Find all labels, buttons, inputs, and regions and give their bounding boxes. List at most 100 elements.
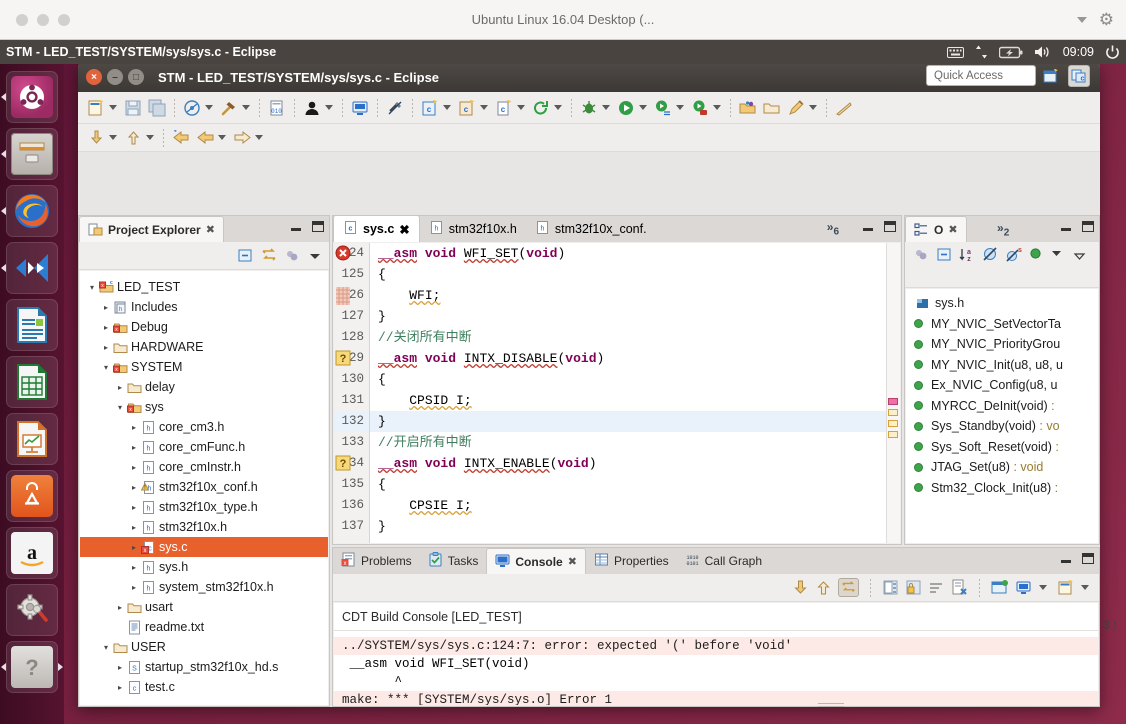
- code-line[interactable]: WFI;: [370, 285, 886, 306]
- gutter-line[interactable]: 131: [334, 390, 369, 411]
- scroll-up-icon[interactable]: [815, 579, 832, 596]
- network-icon[interactable]: [975, 45, 988, 59]
- tab-call-graph[interactable]: 1010 0101 Call Graph: [676, 548, 770, 574]
- run-config-dropdown[interactable]: [676, 105, 684, 110]
- outline-tab-overflow[interactable]: »2: [997, 221, 1009, 238]
- twisty-expanded-icon[interactable]: ▾: [100, 643, 112, 652]
- outline-item[interactable]: MY_NVIC_PriorityGrou: [906, 334, 1098, 355]
- tree-item[interactable]: ▾ x c LED_TEST: [80, 277, 328, 297]
- tree-item[interactable]: ▸ h stm32f10x_type.h: [80, 497, 328, 517]
- open-type-icon[interactable]: [736, 96, 760, 120]
- window-close-button[interactable]: ×: [86, 69, 102, 85]
- twisty-collapsed-icon[interactable]: ▸: [128, 503, 140, 512]
- tree-item[interactable]: ▾ x SYSTEM: [80, 357, 328, 377]
- maximize-icon[interactable]: [1082, 221, 1094, 232]
- run-icon[interactable]: [614, 96, 638, 120]
- new-file-dropdown[interactable]: [109, 105, 117, 110]
- lock-console-icon[interactable]: [905, 579, 922, 596]
- outline-item[interactable]: Sys_Soft_Reset(void) :: [906, 437, 1098, 458]
- launcher-item-amazon[interactable]: a: [6, 527, 58, 579]
- question-marker[interactable]: ?: [335, 350, 351, 366]
- project-explorer-tree[interactable]: ▾ x c LED_TEST ▸ h Includes ▸ x Debug ▸ HARDWARE ▾ x S…: [80, 271, 328, 705]
- tree-item[interactable]: ▸ h sys.h: [80, 557, 328, 577]
- terminal-icon[interactable]: [348, 96, 372, 120]
- editor-code[interactable]: __asm void WFI_SET(void){ WFI;}//关闭所有中断 _…: [370, 243, 886, 543]
- gutter-line[interactable]: 128: [334, 327, 369, 348]
- quick-access-input[interactable]: Quick Access: [926, 65, 1036, 86]
- minimize-icon[interactable]: [1060, 222, 1072, 232]
- battery-icon[interactable]: [998, 46, 1023, 59]
- outline-item[interactable]: Stm32_Clock_Init(u8) :: [906, 478, 1098, 499]
- gutter-line[interactable]: ? 134: [334, 453, 369, 474]
- launcher-item-ubuntu-software[interactable]: [6, 470, 58, 522]
- gear-icon[interactable]: ⚙: [1099, 11, 1114, 28]
- tab-project-explorer[interactable]: Project Explorer ✖: [79, 216, 224, 242]
- link-with-editor-icon[interactable]: [260, 247, 278, 264]
- new-c-file-icon[interactable]: c: [492, 96, 516, 120]
- tree-item[interactable]: ▸ h stm32f10x.h: [80, 517, 328, 537]
- outline-item[interactable]: MY_NVIC_SetVectorTa: [906, 314, 1098, 335]
- gutter-line[interactable]: 132: [334, 411, 369, 432]
- twisty-collapsed-icon[interactable]: ▸: [128, 423, 140, 432]
- gutter-line[interactable]: 125: [334, 264, 369, 285]
- pencil-dropdown[interactable]: [809, 105, 817, 110]
- focus-icon[interactable]: [913, 246, 930, 263]
- twisty-collapsed-icon[interactable]: ▸: [128, 463, 140, 472]
- twisty-expanded-icon[interactable]: ▾: [86, 283, 98, 292]
- code-line[interactable]: }: [370, 306, 886, 327]
- step-down-icon[interactable]: [84, 126, 108, 150]
- save-all-icon[interactable]: [145, 96, 169, 120]
- collapse-all-icon[interactable]: [936, 246, 953, 263]
- twisty-collapsed-icon[interactable]: ▸: [114, 603, 126, 612]
- tree-item[interactable]: ▸ x Debug: [80, 317, 328, 337]
- launcher-item-dash[interactable]: [1, 71, 58, 123]
- tree-item[interactable]: ▸ h system_stm32f10x.h: [80, 577, 328, 597]
- code-line[interactable]: }: [370, 516, 886, 537]
- tree-item[interactable]: ▾ x sys: [80, 397, 328, 417]
- code-line[interactable]: __asm void WFI_SET(void): [370, 243, 886, 264]
- code-line[interactable]: {: [370, 474, 886, 495]
- open-console-icon[interactable]: [1057, 579, 1074, 596]
- back-icon[interactable]: [193, 126, 217, 150]
- chevron-down-icon[interactable]: [1076, 16, 1087, 23]
- volume-icon[interactable]: [1034, 45, 1052, 59]
- tree-item[interactable]: ▸ c x sys.c: [80, 537, 328, 557]
- scroll-down-icon[interactable]: [792, 579, 809, 596]
- gutter-line[interactable]: 136: [334, 495, 369, 516]
- editor-tab[interactable]: h stm32f10x_conf.: [526, 215, 656, 242]
- code-line[interactable]: __asm void INTX_ENABLE(void): [370, 453, 886, 474]
- tree-item[interactable]: ▸ c test.c: [80, 677, 328, 697]
- view-menu-icon[interactable]: [1049, 246, 1064, 261]
- tree-item[interactable]: ▸ delay: [80, 377, 328, 397]
- collapse-all-icon[interactable]: [237, 247, 254, 264]
- tree-item[interactable]: ▸ h core_cmFunc.h: [80, 437, 328, 457]
- gutter-line[interactable]: 127: [334, 306, 369, 327]
- question-marker[interactable]: ?: [335, 455, 351, 471]
- tree-item[interactable]: ▸ h Includes: [80, 297, 328, 317]
- view-menu-icon[interactable]: [307, 248, 323, 264]
- twisty-collapsed-icon[interactable]: ▸: [114, 663, 126, 672]
- outline-item[interactable]: JTAG_Set(u8) : void: [906, 457, 1098, 478]
- run-dropdown[interactable]: [639, 105, 647, 110]
- back-dropdown[interactable]: [218, 135, 226, 140]
- step-down-dropdown[interactable]: [109, 135, 117, 140]
- profile-icon[interactable]: [688, 96, 712, 120]
- person-dropdown[interactable]: [325, 105, 333, 110]
- hide-static-icon[interactable]: s: [1005, 246, 1022, 263]
- window-maximize-button[interactable]: □: [128, 69, 144, 85]
- outline-item[interactable]: MYRCC_DeInit(void) :: [906, 396, 1098, 417]
- twisty-collapsed-icon[interactable]: ▸: [128, 563, 140, 572]
- build-hammer-icon[interactable]: [217, 96, 241, 120]
- twisty-collapsed-icon[interactable]: ▸: [100, 303, 112, 312]
- focus-icon[interactable]: [284, 247, 301, 264]
- debug-dropdown[interactable]: [602, 105, 610, 110]
- code-line[interactable]: CPSIE I;: [370, 495, 886, 516]
- power-icon[interactable]: [1105, 45, 1120, 60]
- scroll-lock-icon[interactable]: [838, 578, 859, 597]
- tree-item[interactable]: ▸ HARDWARE: [80, 337, 328, 357]
- hatched-marker[interactable]: [335, 287, 351, 305]
- pencil-icon[interactable]: [784, 96, 808, 120]
- launcher-item-libreoffice-impress[interactable]: [6, 413, 58, 465]
- close-icon[interactable]: ✖: [948, 223, 957, 236]
- back-star-icon[interactable]: [169, 126, 193, 150]
